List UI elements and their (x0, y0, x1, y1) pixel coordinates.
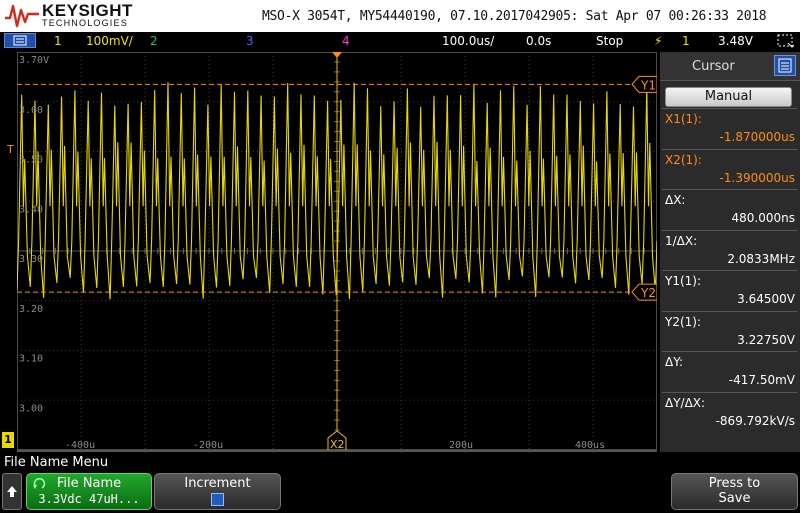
cursor-x2-label: X2 (330, 438, 345, 450)
screen-capture-icon[interactable] (776, 33, 796, 49)
channel-1-number[interactable]: 1 (54, 34, 62, 48)
measurement-separator (662, 270, 798, 271)
measurement-label: Y1(1): (665, 274, 702, 288)
channel-1-ground-marker[interactable]: 1 (2, 432, 14, 448)
main-menu-button[interactable] (4, 33, 36, 48)
measurement-separator (662, 391, 798, 393)
y-tick-label: 3.10 (19, 354, 43, 365)
measurement-label: 1/ΔX: (665, 233, 698, 248)
measurement-label: X1(1): (665, 112, 702, 126)
measurement-separator (662, 351, 798, 352)
measurement-value: 3.22750V (737, 332, 795, 347)
channel-4-number[interactable]: 4 (342, 34, 350, 48)
measurement-separator (662, 148, 798, 150)
measurement-label: ΔY/ΔX: (665, 395, 706, 410)
instrument-info: MSO-X 3054T, MY54440190, 07.10.201704290… (262, 9, 767, 24)
measurement-separator (662, 310, 798, 312)
measurement-value: -1.390000us (719, 170, 795, 185)
file-name-value: 3.3Vdc 47uH... (38, 492, 140, 506)
cursor-mode-button[interactable]: Manual (665, 87, 792, 107)
brand-subtitle: TECHNOLOGIES (42, 18, 128, 28)
y-tick-label: 3.30 (19, 254, 43, 265)
save-label-line-1: Press to (708, 476, 761, 491)
menu-icon (13, 35, 27, 46)
y-tick-label: 3.50 (19, 155, 43, 166)
list-icon (778, 58, 792, 73)
channel-status-bar: 1 100mV/ 2 3 4 100.0us/ 0.0s Stop ⚡ 1 3.… (0, 32, 800, 50)
panel-title: Cursor (692, 59, 735, 74)
x-tick-label: 400us (575, 440, 605, 450)
timebase-scale[interactable]: 100.0us/ (442, 34, 494, 48)
measurement-separator (662, 108, 798, 109)
trigger-level[interactable]: 3.48V (718, 34, 753, 48)
softkey-menu-title: File Name Menu (4, 455, 109, 470)
cursor-panel-header: Cursor (660, 52, 800, 81)
trigger-position-marker (332, 52, 342, 58)
up-arrow-icon (7, 486, 17, 497)
y-tick-label: 3.20 (19, 304, 43, 315)
panel-menu-button[interactable] (774, 55, 796, 76)
measurement-label: Y2(1): (665, 314, 702, 329)
measurement-value: -869.792kV/s (715, 413, 795, 428)
back-button[interactable] (2, 473, 22, 510)
y-tick-label: 3.70V (19, 55, 49, 66)
x-tick-label: 200u (449, 440, 473, 450)
time-delay[interactable]: 0.0s (526, 34, 551, 48)
measurement-value: 2.0833MHz (727, 251, 795, 266)
cursor-y1-label: Y1 (640, 78, 656, 92)
title-bar: KEYSIGHT TECHNOLOGIES MSO-X 3054T, MY544… (0, 0, 800, 32)
channel-3-number[interactable]: 3 (246, 34, 254, 48)
y-axis-labels: 3.70V 3.60 3.50 3.40 3.30 3.20 3.10 3.00 (19, 55, 49, 414)
rotate-knob-icon (33, 477, 46, 489)
y-tick-label: 3.40 (19, 204, 43, 215)
trigger-source[interactable]: 1 (682, 34, 690, 48)
measurement-label: ΔY: (665, 355, 683, 369)
x-tick-label: -400u (65, 440, 95, 450)
measurement-value: 3.64500V (737, 292, 795, 306)
measurement-value: -1.870000us (719, 130, 795, 144)
cursor-panel: Cursor Manual X1(1): -1.870000us X2(1): -1.… (660, 52, 800, 452)
measurement-label: X2(1): (665, 152, 702, 167)
acquisition-state: Stop (596, 34, 624, 48)
trigger-level-marker[interactable]: T (7, 143, 14, 156)
x-tick-label: -200u (193, 440, 223, 450)
y-tick-label: 3.00 (19, 403, 43, 414)
save-softkey[interactable]: Press to Save (671, 473, 798, 510)
cursor-y2-label: Y2 (640, 286, 656, 300)
channel-1-scale[interactable]: 100mV/ (86, 34, 133, 48)
waveform-display[interactable]: Y1 Y2 X2 3.70V 3.60 3.50 3.40 3.30 3.20 3.10 3.00… (17, 52, 657, 450)
measurement-value: 480.000ns (731, 211, 795, 225)
measurement-label: ΔX: (665, 193, 686, 207)
save-label-line-2: Save (718, 491, 751, 506)
measurement-value: -417.50mV (728, 373, 795, 387)
bottom-axis-line (17, 450, 657, 452)
measurement-separator (662, 229, 798, 231)
measurement-separator (662, 189, 798, 190)
trigger-edge-icon: ⚡ (654, 34, 663, 48)
increment-checkbox[interactable] (211, 493, 224, 506)
keysight-logo-icon (5, 4, 39, 28)
file-name-softkey[interactable]: File Name 3.3Vdc 47uH... (26, 473, 152, 510)
increment-label: Increment (184, 476, 251, 491)
increment-softkey[interactable]: Increment (154, 473, 281, 510)
channel-2-number[interactable]: 2 (150, 34, 158, 48)
y-tick-label: 3.60 (19, 105, 43, 116)
